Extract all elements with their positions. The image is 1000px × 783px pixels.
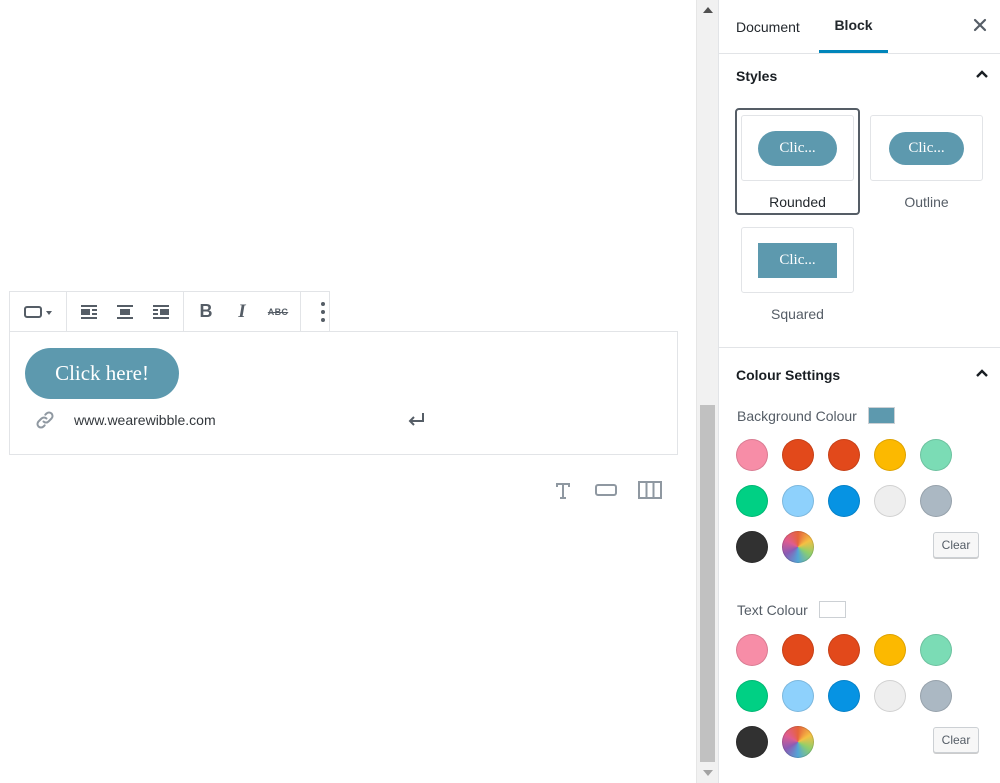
style-option-rounded[interactable]: Clic... Rounded <box>741 115 854 210</box>
colour-swatch[interactable] <box>874 680 906 712</box>
strikethrough-icon: ABC <box>267 306 289 317</box>
scroll-up-arrow-icon[interactable] <box>697 0 719 20</box>
style-label: Squared <box>771 306 824 322</box>
button-block-link[interactable]: Click here! <box>25 348 179 399</box>
background-colour-label: Background Colour <box>737 407 895 424</box>
link-icon <box>36 411 54 429</box>
block-toolbar: B I ABC <box>9 291 330 332</box>
custom-colour-picker[interactable] <box>782 726 814 758</box>
more-options-button[interactable] <box>305 292 341 331</box>
align-right-icon <box>153 304 169 319</box>
colour-swatch[interactable] <box>828 634 860 666</box>
button-block-icon <box>24 305 52 318</box>
colour-swatch[interactable] <box>782 680 814 712</box>
italic-icon: I <box>238 300 246 322</box>
editor-canvas: B I ABC Click here! www.wearewibble.com <box>0 0 696 783</box>
colour-swatch[interactable] <box>736 634 768 666</box>
text-clear-button[interactable]: Clear <box>933 727 979 753</box>
columns-icon <box>638 481 662 499</box>
insert-button-button[interactable] <box>592 478 620 502</box>
colour-swatch[interactable] <box>736 439 768 471</box>
colour-swatch[interactable] <box>920 439 952 471</box>
background-clear-button[interactable]: Clear <box>933 532 979 558</box>
colour-swatch[interactable] <box>782 634 814 666</box>
colour-swatch[interactable] <box>874 485 906 517</box>
colour-swatch[interactable] <box>920 680 952 712</box>
alignment-group <box>67 292 184 331</box>
bold-button[interactable]: B <box>188 292 224 331</box>
tab-document[interactable]: Document <box>736 0 800 53</box>
colour-swatch[interactable] <box>874 439 906 471</box>
insert-columns-button[interactable] <box>636 478 664 502</box>
colour-swatch[interactable] <box>782 439 814 471</box>
colour-swatch[interactable] <box>828 680 860 712</box>
align-center-button[interactable] <box>107 292 143 331</box>
style-preview-button: Clic... <box>758 242 837 278</box>
custom-colour-picker[interactable] <box>782 531 814 563</box>
close-icon[interactable] <box>972 17 988 33</box>
colour-swatch[interactable] <box>828 439 860 471</box>
styles-panel-title: Styles <box>736 68 778 84</box>
colour-swatch[interactable] <box>782 485 814 517</box>
button-block[interactable]: Click here! www.wearewibble.com <box>9 331 678 455</box>
style-option-squared[interactable]: Clic... Squared <box>741 227 854 322</box>
sidebar-tabs: Document Block <box>719 0 1000 54</box>
colour-swatch[interactable] <box>920 485 952 517</box>
styles-panel-toggle[interactable]: Styles <box>719 54 1000 98</box>
button-icon <box>595 484 617 496</box>
chevron-up-icon <box>976 70 988 78</box>
style-label: Rounded <box>769 194 826 210</box>
chevron-up-icon <box>976 369 988 377</box>
colour-settings-title: Colour Settings <box>736 367 841 383</box>
style-option-outline[interactable]: Clic... Outline <box>870 115 983 210</box>
background-colour-text: Background Colour <box>737 407 857 424</box>
text-colour-palette: Clear <box>736 634 996 764</box>
align-right-button[interactable] <box>143 292 179 331</box>
strikethrough-button[interactable]: ABC <box>260 292 296 331</box>
colour-swatch[interactable] <box>736 485 768 517</box>
style-preview-button: Clic... <box>889 131 964 165</box>
insert-paragraph-button[interactable] <box>549 478 577 502</box>
formatting-group: B I ABC <box>184 292 301 331</box>
panel-divider <box>719 347 1000 348</box>
colour-swatch[interactable] <box>828 485 860 517</box>
style-preview-button: Clic... <box>758 130 837 166</box>
colour-swatch[interactable] <box>736 726 768 758</box>
bold-icon: B <box>199 301 213 321</box>
text-colour-indicator <box>818 601 846 618</box>
style-preview-card: Clic... <box>870 115 983 181</box>
colour-swatch[interactable] <box>736 531 768 563</box>
style-label: Outline <box>904 194 949 210</box>
block-type-group <box>10 292 67 331</box>
more-group <box>301 292 345 331</box>
paragraph-icon <box>556 483 570 499</box>
align-left-button[interactable] <box>71 292 107 331</box>
colour-swatch[interactable] <box>920 634 952 666</box>
colour-swatch[interactable] <box>874 634 906 666</box>
background-colour-palette: Clear <box>736 439 996 569</box>
enter-icon[interactable] <box>407 411 427 427</box>
scroll-down-arrow-icon[interactable] <box>697 763 719 783</box>
settings-sidebar: Document Block Styles Clic... Rounded Cl… <box>718 0 1000 783</box>
background-colour-indicator <box>867 407 895 424</box>
text-colour-label: Text Colour <box>737 601 846 618</box>
style-preview-card: Clic... <box>741 115 854 181</box>
colour-settings-panel-toggle[interactable]: Colour Settings <box>719 353 1000 397</box>
tab-block[interactable]: Block <box>819 0 888 53</box>
scrollbar-thumb[interactable] <box>700 405 715 762</box>
style-preview-card: Clic... <box>741 227 854 293</box>
align-center-icon <box>117 304 133 319</box>
colour-swatch[interactable] <box>736 680 768 712</box>
block-type-button[interactable] <box>14 292 62 331</box>
url-input-row[interactable]: www.wearewibble.com <box>34 409 434 431</box>
editor-scrollbar[interactable] <box>696 0 718 783</box>
align-left-icon <box>81 304 97 319</box>
italic-button[interactable]: I <box>224 292 260 331</box>
more-vertical-icon <box>321 301 325 322</box>
text-colour-text: Text Colour <box>737 601 808 618</box>
url-input[interactable]: www.wearewibble.com <box>74 412 216 428</box>
